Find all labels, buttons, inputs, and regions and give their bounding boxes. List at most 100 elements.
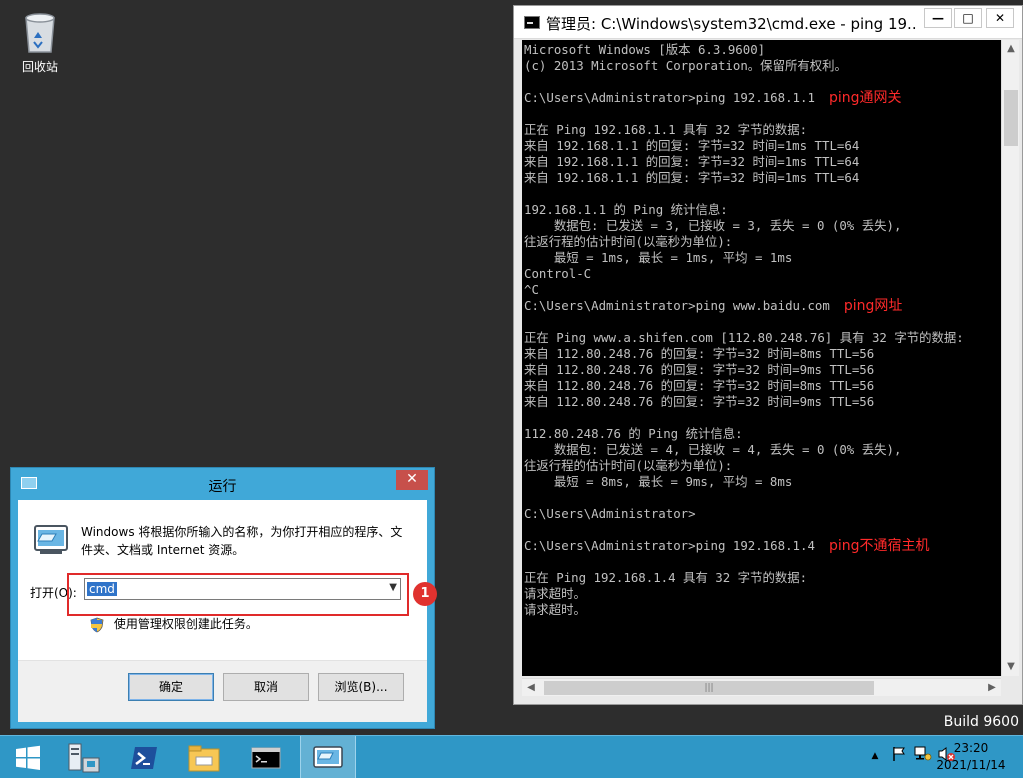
console-line: 最短 = 8ms, 最长 = 9ms, 平均 = 8ms: [524, 474, 1001, 490]
console-line: C:\Users\Administrator>ping www.baidu.co…: [524, 298, 1001, 314]
cmd-vertical-scrollbar[interactable]: ▲ ▼: [1001, 40, 1019, 676]
console-line-text: 112.80.248.76 的 Ping 统计信息:: [524, 426, 743, 441]
scroll-up-icon[interactable]: ▲: [1002, 40, 1020, 58]
console-line: 来自 192.168.1.1 的回复: 字节=32 时间=1ms TTL=64: [524, 154, 1001, 170]
console-line: 来自 112.80.248.76 的回复: 字节=32 时间=9ms TTL=5…: [524, 362, 1001, 378]
cmd-vertical-scroll-thumb[interactable]: [1004, 90, 1018, 146]
taskbar: ▲ 23:20 2021/11/14: [0, 735, 1023, 778]
scroll-right-icon[interactable]: ▶: [983, 679, 1001, 697]
cmd-window-title: 管理员: C:\Windows\system32\cmd.exe - ping …: [546, 15, 916, 33]
console-line: (c) 2013 Microsoft Corporation。保留所有权利。: [524, 58, 1001, 74]
console-line: 数据包: 已发送 = 4, 已接收 = 4, 丢失 = 0 (0% 丢失),: [524, 442, 1001, 458]
run-taskbar-icon: [313, 745, 343, 768]
console-line-text: 来自 192.168.1.1 的回复: 字节=32 时间=1ms TTL=64: [524, 138, 860, 153]
ok-button[interactable]: 确定: [128, 673, 214, 701]
chevron-down-icon[interactable]: ▼: [389, 582, 397, 593]
console-line-text: 来自 112.80.248.76 的回复: 字节=32 时间=9ms TTL=5…: [524, 394, 875, 409]
recycle-bin-desktop-icon[interactable]: 回收站: [10, 10, 70, 75]
console-line-text: 正在 Ping 192.168.1.1 具有 32 字节的数据:: [524, 122, 808, 137]
console-annotation: ping网址: [843, 298, 903, 314]
console-line: 请求超时。: [524, 586, 1001, 602]
console-line: 来自 192.168.1.1 的回复: 字节=32 时间=1ms TTL=64: [524, 170, 1001, 186]
taskbar-cmd[interactable]: [238, 736, 294, 778]
taskbar-powershell[interactable]: [116, 736, 172, 778]
console-line: C:\Users\Administrator>: [524, 506, 1001, 522]
taskbar-server-manager[interactable]: [56, 736, 112, 778]
console-line: 数据包: 已发送 = 3, 已接收 = 3, 丢失 = 0 (0% 丢失),: [524, 218, 1001, 234]
cmd-horizontal-scrollbar[interactable]: ◀ ||| ▶: [522, 678, 1001, 696]
run-description: Windows 将根据你所输入的名称，为你打开相应的程序、文件夹、文档或 Int…: [81, 525, 403, 557]
system-clock[interactable]: 23:20 2021/11/14: [931, 740, 1011, 774]
cmd-console-output[interactable]: Microsoft Windows [版本 6.3.9600] (c) 2013 …: [522, 40, 1001, 676]
console-annotation: ping不通宿主机: [828, 538, 930, 554]
taskbar-run-dialog[interactable]: [300, 736, 356, 778]
console-line-text: (c) 2013 Microsoft Corporation。保留所有权利。: [524, 58, 847, 73]
run-titlebar[interactable]: 运行 ✕: [11, 468, 434, 500]
scroll-down-icon[interactable]: ▼: [1002, 658, 1020, 676]
run-dialog-body: Windows 将根据你所输入的名称，为你打开相应的程序、文件夹、文档或 Int…: [18, 500, 427, 722]
folder-icon: [188, 745, 220, 771]
browse-button[interactable]: 浏览(B)...: [318, 673, 404, 701]
console-line: 正在 Ping 192.168.1.1 具有 32 字节的数据:: [524, 122, 1001, 138]
console-line-text: 数据包: 已发送 = 4, 已接收 = 4, 丢失 = 0 (0% 丢失),: [524, 442, 902, 457]
console-line-text: ^C: [524, 282, 539, 297]
console-line-text: 请求超时。: [524, 586, 586, 601]
cmd-app-icon: [524, 16, 540, 29]
start-button[interactable]: [0, 736, 56, 778]
network-icon[interactable]: [913, 746, 933, 766]
console-line: ^C: [524, 282, 1001, 298]
console-line-text: 数据包: 已发送 = 3, 已接收 = 3, 丢失 = 0 (0% 丢失),: [524, 218, 902, 233]
recycle-bin-icon: [25, 13, 55, 53]
scroll-left-icon[interactable]: ◀: [522, 679, 540, 697]
cmd-maximize-button[interactable]: □: [954, 8, 982, 28]
console-line-text: 最短 = 1ms, 最长 = 1ms, 平均 = 1ms: [524, 250, 793, 265]
run-dialog-title: 运行: [208, 479, 237, 495]
console-line: 正在 Ping www.a.shifen.com [112.80.248.76]…: [524, 330, 1001, 346]
console-line-text: 来自 192.168.1.1 的回复: 字节=32 时间=1ms TTL=64: [524, 154, 860, 169]
taskbar-file-explorer[interactable]: [176, 736, 232, 778]
open-label: 打开(O):: [30, 586, 77, 600]
console-line: 最短 = 1ms, 最长 = 1ms, 平均 = 1ms: [524, 250, 1001, 266]
console-line: 来自 192.168.1.1 的回复: 字节=32 时间=1ms TTL=64: [524, 138, 1001, 154]
console-line: 来自 112.80.248.76 的回复: 字节=32 时间=9ms TTL=5…: [524, 394, 1001, 410]
admin-note-text: 使用管理权限创建此任务。: [113, 617, 258, 631]
open-input-value[interactable]: cmd: [87, 582, 117, 596]
console-line: C:\Users\Administrator>ping 192.168.1.1 p…: [524, 90, 1001, 106]
recycle-bin-label: 回收站: [21, 60, 58, 74]
uac-shield-icon: [90, 617, 104, 632]
console-line-text: 往返行程的估计时间(以毫秒为单位):: [524, 234, 733, 249]
cancel-button[interactable]: 取消: [223, 673, 309, 701]
cmd-titlebar[interactable]: 管理员: C:\Windows\system32\cmd.exe - ping …: [514, 6, 1022, 39]
cmd-minimize-button[interactable]: —: [924, 8, 952, 28]
run-dialog[interactable]: 运行 ✕ Windows 将根据你所输入的名称，为你打开相应的程序、文件夹、文档…: [10, 467, 435, 729]
console-line-text: Control-C: [524, 266, 592, 281]
console-line: Microsoft Windows [版本 6.3.9600]: [524, 42, 1001, 58]
console-line: Control-C: [524, 266, 1001, 282]
clock-time: 23:20: [953, 741, 989, 755]
cmd-window[interactable]: 管理员: C:\Windows\system32\cmd.exe - ping …: [513, 5, 1023, 705]
console-line-text: 来自 112.80.248.76 的回复: 字节=32 时间=9ms TTL=5…: [524, 362, 875, 377]
console-line: 来自 112.80.248.76 的回复: 字节=32 时间=8ms TTL=5…: [524, 378, 1001, 394]
cmd-horizontal-scroll-thumb[interactable]: |||: [544, 681, 874, 695]
console-line-text: Microsoft Windows [版本 6.3.9600]: [524, 42, 766, 57]
open-combobox[interactable]: cmd ▼: [84, 578, 401, 600]
console-line: 往返行程的估计时间(以毫秒为单位):: [524, 234, 1001, 250]
console-line-text: 192.168.1.1 的 Ping 统计信息:: [524, 202, 728, 217]
cmd-close-button[interactable]: ✕: [986, 8, 1014, 28]
action-center-flag-icon[interactable]: [889, 746, 909, 766]
tray-chevron-icon[interactable]: ▲: [865, 746, 885, 766]
console-line-text: 往返行程的估计时间(以毫秒为单位):: [524, 458, 733, 473]
run-close-button[interactable]: ✕: [396, 470, 428, 490]
console-annotation: ping通网关: [828, 90, 902, 106]
console-line: 往返行程的估计时间(以毫秒为单位):: [524, 458, 1001, 474]
console-line-text: 来自 112.80.248.76 的回复: 字节=32 时间=8ms TTL=5…: [524, 346, 875, 361]
console-line-text: 最短 = 8ms, 最长 = 9ms, 平均 = 8ms: [524, 474, 793, 489]
console-line-text: 正在 Ping 192.168.1.4 具有 32 字节的数据:: [524, 570, 808, 585]
console-line-text: 正在 Ping www.a.shifen.com [112.80.248.76]…: [524, 330, 964, 345]
console-line-text: 来自 112.80.248.76 的回复: 字节=32 时间=8ms TTL=5…: [524, 378, 875, 393]
